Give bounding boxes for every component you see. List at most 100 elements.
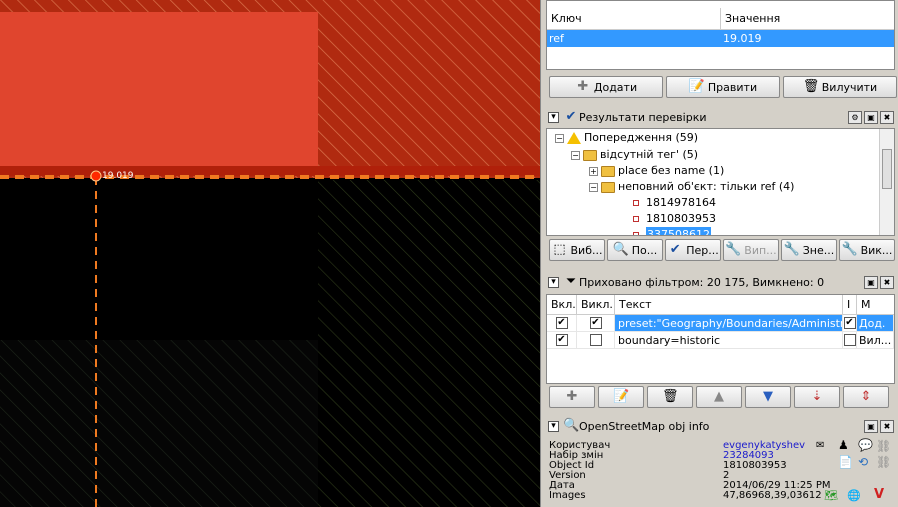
tree-node-missing-tag[interactable]: − відсутній тег' (5) bbox=[571, 147, 698, 163]
info-title: OpenStreetMap obj info bbox=[579, 419, 710, 433]
images-value: 47,86968,39,03612 bbox=[723, 490, 822, 501]
filter-toolbar: ✚ 📝 🗑 ▲ ▼ ⇣ ⇕ bbox=[549, 386, 889, 408]
sort-button[interactable]: ⇣ bbox=[794, 386, 840, 408]
tree-label: 337508612 bbox=[646, 227, 711, 235]
table-row[interactable]: ✔ ✔ preset:"Geography/Boundaries/Adminis… bbox=[547, 315, 894, 332]
map-view[interactable]: 19.019 bbox=[0, 0, 540, 507]
history-icon[interactable]: ⟲ bbox=[858, 455, 868, 469]
expander-icon[interactable]: − bbox=[555, 133, 564, 143]
dock-icon[interactable]: ▣ bbox=[864, 110, 878, 124]
filter-mode[interactable]: Дод. bbox=[857, 315, 894, 331]
move-up-button[interactable]: ▲ bbox=[696, 386, 742, 408]
move-down-button[interactable]: ▼ bbox=[745, 386, 791, 408]
enabled-checkbox[interactable]: ✔ bbox=[555, 317, 568, 329]
dock-icon[interactable]: ▣ bbox=[864, 419, 878, 433]
tree-scrollbar[interactable] bbox=[879, 129, 894, 235]
hide-checkbox[interactable] bbox=[589, 334, 602, 346]
folder-icon bbox=[583, 149, 597, 161]
plus-icon: ✚ bbox=[566, 389, 578, 404]
filter-header: ▾ ⏷ Приховано фільтром: 20 175, Вимкнено… bbox=[546, 272, 895, 292]
tree-leaf-selected[interactable]: 337508612 bbox=[633, 227, 711, 235]
checkmark-icon: ✔ bbox=[669, 242, 681, 257]
sort-down-icon: ⇣ bbox=[811, 389, 823, 404]
message-icon[interactable]: ✉ bbox=[816, 440, 824, 451]
table-row[interactable]: ✔ boundary=historic Вил... bbox=[547, 332, 894, 349]
tag-key[interactable]: ref bbox=[547, 30, 721, 47]
close-icon[interactable]: ✖ bbox=[880, 275, 894, 289]
enabled-checkbox[interactable]: ✔ bbox=[555, 334, 568, 346]
revalidate-button[interactable]: ✔ Пер... bbox=[665, 239, 721, 261]
swap-icon: ⇕ bbox=[860, 389, 872, 404]
filter-text[interactable]: preset:"Geography/Boundaries/Administrat… bbox=[615, 315, 843, 331]
zoom-button[interactable]: 🔍 По... bbox=[607, 239, 663, 261]
inverted-checkbox[interactable]: ✔ bbox=[843, 317, 856, 329]
col-inverted-header[interactable]: I bbox=[843, 295, 857, 314]
settings-icon[interactable]: ⚙ bbox=[848, 110, 862, 124]
validation-tree[interactable]: − Попередження (59) − відсутній тег' (5)… bbox=[546, 128, 895, 236]
select-icon: ⬚ bbox=[553, 242, 566, 257]
col-value-header[interactable]: Значення bbox=[721, 8, 894, 29]
close-icon[interactable]: ✖ bbox=[880, 419, 894, 433]
col-hide-header[interactable]: Викл. bbox=[577, 295, 615, 314]
filter-mode[interactable]: Вил... bbox=[857, 332, 894, 348]
chat-icon[interactable]: 💬 bbox=[858, 438, 873, 452]
scrollbar-thumb[interactable] bbox=[882, 149, 892, 189]
dock-icon[interactable]: ▣ bbox=[864, 275, 878, 289]
tag-value[interactable]: 19.019 bbox=[721, 30, 894, 47]
add-label: Додати bbox=[593, 80, 638, 94]
arrow-up-icon: ▲ bbox=[714, 389, 724, 404]
map-icon[interactable]: 🗺 bbox=[824, 489, 838, 502]
add-filter-button[interactable]: ✚ bbox=[549, 386, 595, 408]
delete-label: Вилучити bbox=[821, 80, 878, 94]
collapse-validation-button[interactable]: ▾ bbox=[548, 111, 559, 123]
more-button[interactable]: 🔧 Вик... bbox=[839, 239, 895, 261]
collapse-filter-button[interactable]: ▾ bbox=[548, 276, 559, 288]
inverted-cell: ✔ bbox=[843, 315, 857, 331]
delete-tag-button[interactable]: 🗑 Вилучити bbox=[783, 76, 897, 98]
tree-node-incomplete[interactable]: − неповний об'єкт: тільки ref (4) bbox=[589, 179, 794, 195]
validation-header: ▾ ✔ Результати перевірки ⚙ ▣ ✖ bbox=[546, 107, 895, 127]
expander-icon[interactable]: − bbox=[589, 182, 598, 192]
fix-button[interactable]: 🔧 Вип... bbox=[723, 239, 779, 261]
expander-icon[interactable]: + bbox=[589, 166, 598, 176]
tree-node-warnings[interactable]: − Попередження (59) bbox=[555, 130, 698, 146]
obj-info: Користувач evgenykatyshev Набір змін 232… bbox=[546, 437, 895, 504]
plus-icon: ✚ bbox=[577, 79, 589, 94]
tree-label: неповний об'єкт: тільки ref (4) bbox=[618, 180, 795, 193]
col-text-header[interactable]: Текст bbox=[615, 295, 843, 314]
link-icon[interactable]: ⛓ bbox=[876, 439, 891, 453]
filter-text[interactable]: boundary=historic bbox=[615, 332, 843, 348]
toggle-button[interactable]: ⇕ bbox=[843, 386, 889, 408]
col-enabled-header[interactable]: Вкл. bbox=[547, 295, 577, 314]
filter-table-header: Вкл. Викл. Текст I M bbox=[547, 295, 894, 315]
osm-v-icon[interactable]: V bbox=[874, 487, 884, 502]
globe-icon[interactable]: 🌐 bbox=[847, 489, 861, 502]
tree-leaf[interactable]: 1814978164 bbox=[633, 195, 716, 211]
magnifier-icon: 🔍 bbox=[563, 418, 580, 433]
select-label: Виб... bbox=[570, 243, 603, 257]
link-icon[interactable]: ⛓ bbox=[876, 455, 891, 469]
select-button[interactable]: ⬚ Виб... bbox=[549, 239, 605, 261]
add-tag-button[interactable]: ✚ Додати bbox=[549, 76, 663, 98]
inverted-checkbox[interactable] bbox=[843, 334, 856, 346]
close-icon[interactable]: ✖ bbox=[880, 110, 894, 124]
tree-leaf[interactable]: 1810803953 bbox=[633, 211, 716, 227]
tree-node-place-no-name[interactable]: + place без name (1) bbox=[589, 163, 724, 179]
edit-filter-button[interactable]: 📝 bbox=[598, 386, 644, 408]
delete-filter-button[interactable]: 🗑 bbox=[647, 386, 693, 408]
user-icon[interactable]: ♟ bbox=[838, 438, 849, 452]
selected-node[interactable] bbox=[90, 170, 102, 182]
col-mode-header[interactable]: M bbox=[857, 295, 894, 314]
node-icon bbox=[633, 216, 639, 222]
map-canvas[interactable] bbox=[0, 0, 540, 507]
hide-checkbox[interactable]: ✔ bbox=[589, 317, 602, 329]
ignore-button[interactable]: 🔧 Зне... bbox=[781, 239, 837, 261]
edit-icon: 📝 bbox=[688, 79, 706, 94]
edit-tag-button[interactable]: 📝 Правити bbox=[666, 76, 780, 98]
document-icon[interactable]: 📄 bbox=[838, 455, 853, 469]
expander-icon[interactable]: − bbox=[571, 150, 580, 160]
table-row[interactable]: ref 19.019 bbox=[547, 30, 894, 47]
collapse-info-button[interactable]: ▾ bbox=[548, 420, 559, 432]
col-key-header[interactable]: Ключ bbox=[547, 8, 721, 29]
arrow-down-icon: ▼ bbox=[763, 389, 773, 404]
